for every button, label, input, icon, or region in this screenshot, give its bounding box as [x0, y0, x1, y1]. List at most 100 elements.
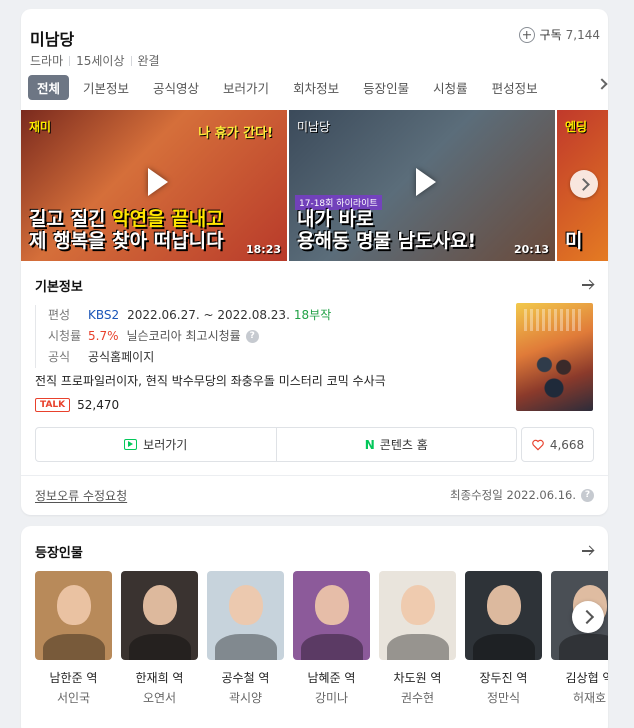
cast-item[interactable]: 공수철 역 곽시양: [207, 571, 284, 705]
video-top-text: 나 휴가 간다!: [198, 126, 273, 141]
caption-highlight: 악연을 끝내고: [112, 208, 224, 231]
subscribe-button[interactable]: 구독 7,144: [518, 26, 600, 43]
content-home-label: 콘텐츠 홈: [379, 438, 428, 452]
help-icon[interactable]: ?: [245, 330, 259, 343]
cast-actor: 정만식: [486, 691, 521, 705]
talk-count-value: 52,470: [77, 398, 120, 412]
plus-icon: [518, 26, 535, 43]
cast-actor: 오연서: [142, 691, 177, 705]
cast-role: 남혜준 역: [307, 671, 356, 685]
play-icon[interactable]: [416, 168, 436, 197]
video-carousel: 재미 나 휴가 간다! 길고 질긴 악연을 끝내고 제 행복을 찾아 떠납니다 …: [21, 110, 608, 261]
cast-photo: [379, 571, 456, 660]
cast-photo: [121, 571, 198, 660]
video-tag: 엔딩: [565, 120, 588, 134]
last-updated-text: 최종수정일 2022.06.16.: [449, 488, 576, 502]
cast-actor: 강미나: [314, 691, 349, 705]
section-title-cast[interactable]: 등장인물: [35, 542, 83, 561]
video-thumbnail[interactable]: 미남당 17-18회 하이라이트 내가 바로 용해동 명물 남도사요! 20:1…: [289, 110, 555, 261]
caption-part: 제 행복을 찾아 떠납니다: [29, 230, 224, 253]
episode-count: 18부작: [293, 308, 332, 322]
subscribe-label: 구독: [539, 28, 562, 42]
show-meta: 드라마 15세이상 완결: [30, 52, 160, 69]
show-info-card: 미남당 구독 7,144 드라마 15세이상 완결 전체 기본정보 공식영상 보…: [21, 9, 608, 515]
video-tag: 재미: [29, 120, 52, 134]
video-duration: 18:23: [245, 243, 281, 256]
genre: 드라마: [30, 54, 64, 68]
arrow-right-icon[interactable]: [582, 545, 594, 557]
content-home-button[interactable]: N 콘텐츠 홈: [275, 428, 517, 461]
play-icon[interactable]: [148, 168, 168, 197]
tab-basic-info[interactable]: 기본정보: [83, 78, 129, 97]
play-box-icon: [124, 439, 138, 450]
show-poster[interactable]: [516, 303, 593, 411]
divider: [69, 55, 71, 66]
tab-all[interactable]: 전체: [28, 74, 70, 100]
show-title[interactable]: 미남당: [30, 26, 74, 50]
divider: [130, 55, 132, 66]
cast-photo: [35, 571, 112, 660]
carousel-next-button[interactable]: [570, 170, 598, 198]
info-row-rating: 시청률 5.7% 닐슨코리아 최고시청률 ?: [48, 326, 505, 347]
section-title-basic-info[interactable]: 기본정보: [35, 276, 83, 295]
broadcaster-link[interactable]: KBS2: [88, 305, 119, 326]
tab-official-video[interactable]: 공식영상: [153, 78, 199, 97]
cast-role: 장두진 역: [479, 671, 528, 685]
video-caption: 내가 바로 용해동 명물 남도사요!: [297, 208, 547, 253]
tab-episodes[interactable]: 회차정보: [293, 78, 339, 97]
cast-item[interactable]: 남혜준 역 강미나: [293, 571, 370, 705]
watch-label: 보러가기: [143, 438, 188, 452]
cast-actor: 서인국: [56, 691, 91, 705]
cast-role: 한재희 역: [135, 671, 184, 685]
watch-button[interactable]: 보러가기: [36, 428, 276, 461]
status: 완결: [137, 54, 160, 68]
tab-cast[interactable]: 등장인물: [363, 78, 409, 97]
like-button[interactable]: 4,668: [521, 427, 594, 462]
tabs-next-icon[interactable]: [596, 78, 608, 90]
talk-badge: TALK: [35, 398, 71, 412]
video-thumbnail[interactable]: 재미 나 휴가 간다! 길고 질긴 악연을 끝내고 제 행복을 찾아 떠납니다 …: [21, 110, 287, 261]
info-row-broadcast: 편성 KBS2 2022.06.27. ~ 2022.08.23. 18부작: [48, 305, 505, 326]
cast-card: 등장인물 남한준 역 서인국 한재희 역 오연서 공수철 역 곽시양 남혜준 역…: [21, 526, 608, 728]
action-buttons: 보러가기 N 콘텐츠 홈: [35, 427, 517, 462]
heart-icon: [532, 439, 544, 450]
official-homepage-link[interactable]: 공식홈페이지: [88, 347, 154, 368]
cast-item[interactable]: 남한준 역 서인국: [35, 571, 112, 705]
cast-list: 남한준 역 서인국 한재희 역 오연서 공수철 역 곽시양 남혜준 역 강미나 …: [35, 571, 608, 728]
video-caption: 길고 질긴 악연을 끝내고 제 행복을 찾아 떠납니다: [29, 208, 279, 253]
rating-source: 닐슨코리아 최고시청률: [126, 329, 241, 343]
air-dates: 2022.06.27. ~ 2022.08.23.: [127, 308, 290, 322]
help-icon[interactable]: ?: [581, 488, 594, 502]
cast-role: 남한준 역: [49, 671, 98, 685]
divider: [21, 475, 608, 476]
video-duration: 20:13: [513, 243, 549, 256]
caption-part: 내가 바로: [297, 208, 374, 231]
cast-item[interactable]: 장두진 역 정만식: [465, 571, 542, 705]
info-row-official: 공식 공식홈페이지: [48, 347, 505, 368]
arrow-right-icon[interactable]: [582, 279, 594, 291]
subscribe-count: 7,144: [565, 27, 600, 42]
cast-next-button[interactable]: [572, 601, 604, 633]
info-key: 시청률: [48, 329, 82, 343]
rating-value: 5.7%: [88, 329, 119, 343]
cast-actor: 곽시양: [228, 691, 263, 705]
cast-actor: 허재호: [572, 691, 607, 705]
tab-ratings[interactable]: 시청률: [433, 78, 468, 97]
cast-photo: [465, 571, 542, 660]
talk-count[interactable]: TALK 52,470: [35, 398, 119, 412]
cast-actor: 권수현: [400, 691, 435, 705]
caption-part: 용해동 명물 남도사요!: [297, 230, 477, 253]
info-table: 편성 KBS2 2022.06.27. ~ 2022.08.23. 18부작 시…: [35, 305, 505, 368]
video-tag: 미남당: [297, 120, 331, 134]
cast-item[interactable]: 한재희 역 오연서: [121, 571, 198, 705]
report-error-link[interactable]: 정보오류 수정요청: [35, 487, 127, 504]
cast-photo: [207, 571, 284, 660]
tab-watch[interactable]: 보러가기: [223, 78, 269, 97]
cast-role: 공수철 역: [221, 671, 270, 685]
tab-schedule[interactable]: 편성정보: [492, 78, 538, 97]
cast-role: 김상협 역: [565, 671, 609, 685]
cast-item[interactable]: 차도원 역 권수현: [379, 571, 456, 705]
cast-role: 차도원 역: [393, 671, 442, 685]
info-key: 공식: [48, 350, 71, 364]
show-description: 전직 프로파일러이자, 현직 박수무당의 좌충우돌 미스터리 코믹 수사극: [35, 374, 386, 388]
